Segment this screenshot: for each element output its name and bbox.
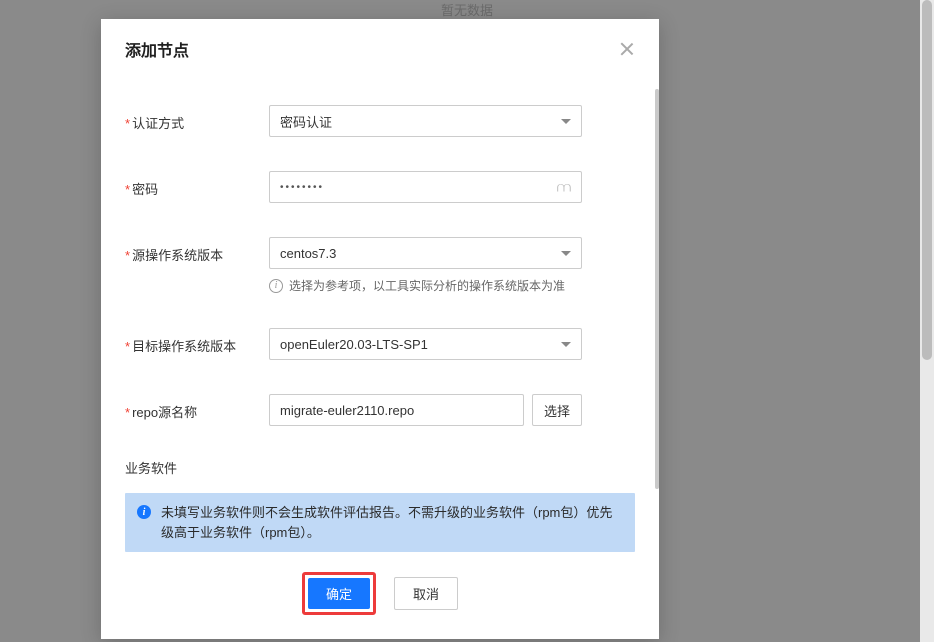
modal-body: *认证方式 密码认证 *密码 •••••••• ⩋ *源操作系统版本 bbox=[101, 77, 659, 556]
field-password: *密码 •••••••• ⩋ bbox=[125, 171, 635, 203]
biz-software-section-title: 业务软件 bbox=[125, 458, 635, 477]
modal-header: 添加节点 bbox=[101, 19, 659, 77]
source-os-select[interactable]: centos7.3 bbox=[269, 237, 582, 269]
field-source-os: *源操作系统版本 centos7.3 i 选择为参考项，以工具实际分析的操作系统… bbox=[125, 237, 635, 294]
target-os-value: openEuler20.03-LTS-SP1 bbox=[280, 337, 428, 352]
auth-method-select[interactable]: 密码认证 bbox=[269, 105, 582, 137]
add-node-modal: 添加节点 *认证方式 密码认证 *密码 •••••••• ⩋ *源操作系统 bbox=[101, 19, 659, 639]
ok-button[interactable]: 确定 bbox=[308, 578, 370, 609]
password-label: *密码 bbox=[125, 171, 269, 198]
field-repo-name: *repo源名称 migrate-euler2110.repo 选择 bbox=[125, 394, 635, 426]
modal-scrollbar[interactable] bbox=[655, 89, 659, 489]
alert-text: 未填写业务软件则不会生成软件评估报告。不需升级的业务软件（rpm包）优先级高于业… bbox=[161, 503, 623, 542]
repo-name-input[interactable]: migrate-euler2110.repo bbox=[269, 394, 524, 426]
modal-title: 添加节点 bbox=[125, 37, 189, 61]
target-os-select[interactable]: openEuler20.03-LTS-SP1 bbox=[269, 328, 582, 360]
chevron-down-icon bbox=[561, 342, 571, 347]
info-icon: i bbox=[269, 279, 283, 293]
info-filled-icon: i bbox=[137, 505, 151, 519]
eye-hidden-icon[interactable]: ⩋ bbox=[557, 179, 571, 196]
page-scrollbar-track bbox=[920, 0, 934, 642]
chevron-down-icon bbox=[561, 251, 571, 256]
biz-software-alert: i 未填写业务软件则不会生成软件评估报告。不需升级的业务软件（rpm包）优先级高… bbox=[125, 493, 635, 552]
ok-button-highlight: 确定 bbox=[302, 572, 376, 615]
source-os-label: *源操作系统版本 bbox=[125, 237, 269, 264]
repo-name-label: *repo源名称 bbox=[125, 394, 269, 421]
close-icon[interactable] bbox=[619, 41, 635, 57]
background-empty-text: 暂无数据 bbox=[0, 0, 934, 19]
target-os-label: *目标操作系统版本 bbox=[125, 328, 269, 355]
auth-method-value: 密码认证 bbox=[280, 112, 332, 131]
cancel-button[interactable]: 取消 bbox=[394, 577, 458, 610]
source-os-value: centos7.3 bbox=[280, 246, 336, 261]
repo-select-button[interactable]: 选择 bbox=[532, 394, 582, 426]
source-os-helper: i 选择为参考项，以工具实际分析的操作系统版本为准 bbox=[269, 277, 635, 294]
page-scrollbar-thumb[interactable] bbox=[922, 0, 932, 360]
password-value: •••••••• bbox=[280, 182, 324, 193]
password-input[interactable]: •••••••• ⩋ bbox=[269, 171, 582, 203]
modal-footer: 确定 取消 bbox=[101, 556, 659, 639]
field-auth-method: *认证方式 密码认证 bbox=[125, 105, 635, 137]
field-target-os: *目标操作系统版本 openEuler20.03-LTS-SP1 bbox=[125, 328, 635, 360]
repo-name-value: migrate-euler2110.repo bbox=[280, 403, 414, 418]
chevron-down-icon bbox=[561, 119, 571, 124]
auth-method-label: *认证方式 bbox=[125, 105, 269, 132]
